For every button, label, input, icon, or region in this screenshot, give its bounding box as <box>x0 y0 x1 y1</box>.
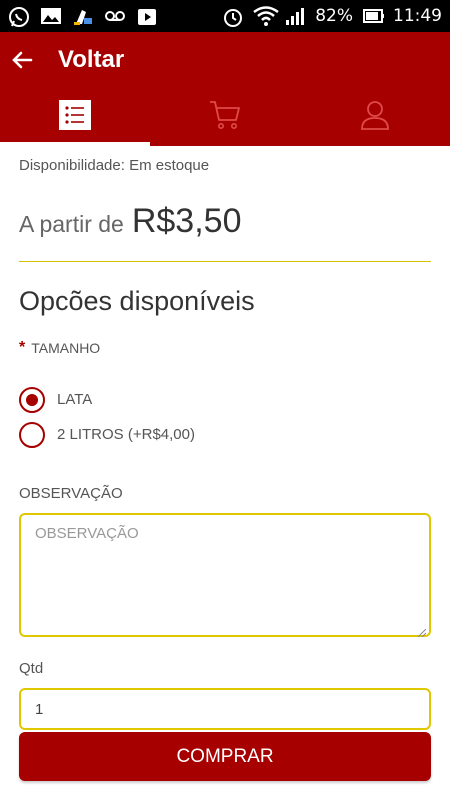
size-options: LATA 2 LITROS (+R$4,00) <box>19 382 431 452</box>
buy-button[interactable]: COMPRAR <box>19 732 431 781</box>
radio-option-lata[interactable]: LATA <box>19 382 431 417</box>
clock: 11:49 <box>393 6 442 26</box>
radio-button-selected[interactable] <box>19 386 45 413</box>
radio-button[interactable] <box>19 421 45 448</box>
cleaner-icon <box>72 6 94 26</box>
battery-percent: 82% <box>315 6 353 26</box>
image-icon <box>40 6 62 26</box>
radio-option-2-litros[interactable]: 2 LITROS (+R$4,00) <box>19 417 431 452</box>
options-title: Opcões disponíveis <box>19 286 255 316</box>
quantity-value: 1 <box>35 700 44 718</box>
app-header: Voltar <box>0 32 450 146</box>
availability-text: Disponibilidade: Em estoque <box>19 157 210 174</box>
tab-account[interactable] <box>300 88 450 146</box>
voicemail-icon <box>104 6 126 26</box>
resize-handle-icon[interactable] <box>417 624 427 638</box>
observation-placeholder: OBSERVAÇÃO <box>35 525 139 542</box>
tab-cart[interactable] <box>150 88 300 146</box>
observation-textarea[interactable]: OBSERVAÇÃO <box>19 513 431 638</box>
signal-icon <box>284 6 306 26</box>
play-store-icon <box>136 6 158 26</box>
alarm-icon <box>222 6 244 27</box>
size-label: * TAMANHO <box>19 339 431 357</box>
tab-details[interactable] <box>0 88 150 146</box>
radio-label: 2 LITROS (+R$4,00) <box>57 426 195 443</box>
status-bar: 82% 11:49 <box>0 0 450 32</box>
cart-icon <box>208 99 242 136</box>
battery-icon <box>362 6 384 26</box>
product-content: Disponibilidade: Em estoque A partir de … <box>19 146 431 730</box>
divider <box>19 261 431 262</box>
back-button[interactable]: Voltar <box>58 46 124 74</box>
radio-label: LATA <box>57 391 93 408</box>
tab-bar <box>0 88 450 146</box>
user-icon <box>360 99 390 136</box>
wifi-icon <box>253 6 279 26</box>
quantity-input[interactable]: 1 <box>19 688 431 730</box>
size-label-text: TAMANHO <box>31 340 101 356</box>
price-prefix: A partir de <box>19 211 124 237</box>
whatsapp-icon <box>8 6 30 27</box>
observation-label: OBSERVAÇÃO <box>19 485 123 502</box>
price-row: A partir de R$3,50 <box>19 202 431 241</box>
list-icon <box>59 99 91 135</box>
quantity-label: Qtd <box>19 660 44 677</box>
required-asterisk: * <box>19 339 26 356</box>
price-value: R$3,50 <box>131 202 242 240</box>
arrow-left-icon[interactable] <box>10 48 34 72</box>
